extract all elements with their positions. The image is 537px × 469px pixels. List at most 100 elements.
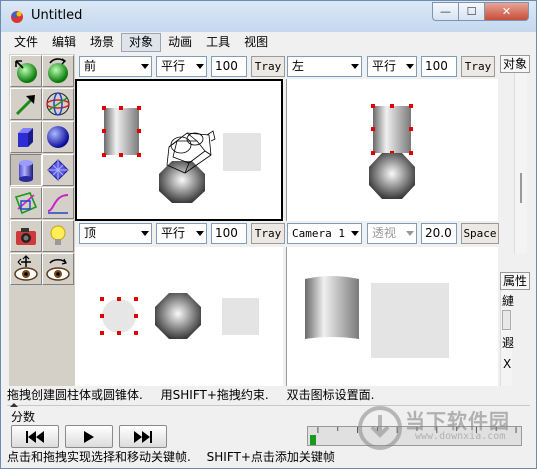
- maximize-button[interactable]: ☐: [458, 2, 484, 21]
- close-button[interactable]: ✕: [484, 2, 529, 21]
- menu-bar: 文件 编辑 场景 对象 动画 工具 视图: [7, 32, 530, 52]
- menu-edit[interactable]: 编辑: [45, 33, 83, 52]
- play-icon: [84, 430, 94, 443]
- objects-scrollbar[interactable]: [514, 73, 527, 253]
- cylinder-icon: [19, 160, 33, 182]
- status-hint-1: 拖拽创建圆柱体或圆锥体.: [7, 388, 143, 402]
- camera-view-scene: [305, 276, 449, 358]
- curve-tool[interactable]: [42, 187, 74, 219]
- menu-animation[interactable]: 动画: [161, 33, 199, 52]
- top-scale-field[interactable]: 100: [211, 223, 247, 244]
- front-view-scene: [102, 106, 261, 203]
- app-window: Untitled — ☐ ✕ 文件 编辑 场景 对象 动画 工具 视图 前 平行…: [0, 0, 537, 469]
- rewind-icon: [26, 430, 44, 443]
- front-view-select[interactable]: 前: [79, 56, 152, 77]
- select-arrow-tool[interactable]: [10, 88, 42, 120]
- cube-icon: [18, 128, 33, 147]
- front-scale-field[interactable]: 100: [211, 56, 247, 77]
- globe-rotate-icon: [46, 92, 70, 116]
- top-view-select-value: 顶: [84, 226, 97, 240]
- status-hint-3: 双击图标设置面.: [286, 388, 375, 402]
- menu-tools[interactable]: 工具: [199, 33, 237, 52]
- menu-file[interactable]: 文件: [7, 33, 45, 52]
- menu-view[interactable]: 视图: [237, 33, 275, 52]
- top-projection-select[interactable]: 平行: [156, 223, 207, 244]
- prop-stub-3: X: [503, 357, 512, 371]
- timeline-ticks: [317, 427, 517, 433]
- window-title: Untitled: [31, 8, 83, 23]
- objects-tab[interactable]: 对象: [500, 55, 530, 73]
- pan-view-tool[interactable]: [10, 253, 42, 285]
- orbit-eye-icon: [46, 258, 70, 281]
- camera-fov-field[interactable]: 20.0: [421, 223, 457, 244]
- top-viewport[interactable]: [75, 247, 283, 386]
- orbit-view-tool[interactable]: [42, 253, 74, 285]
- light-tool[interactable]: [42, 220, 74, 252]
- top-tray-button[interactable]: Tray: [251, 223, 285, 244]
- camera-icon: [16, 228, 36, 245]
- curve-icon: [47, 194, 69, 214]
- status-keyframe-1: 点击和拖拽实现选择和移动关键帧.: [7, 450, 191, 464]
- title-bar: Untitled — ☐ ✕: [1, 1, 536, 32]
- globe-rotate-tool[interactable]: [42, 88, 74, 120]
- tool-palette: [9, 54, 75, 386]
- fast-forward-button[interactable]: [119, 425, 167, 448]
- polygon-icon: [14, 192, 38, 215]
- left-tray-button[interactable]: Tray: [461, 56, 495, 77]
- camera-mode-select[interactable]: 透视: [367, 223, 417, 244]
- status-hint-2: 用SHIFT+拖拽约束.: [160, 388, 269, 402]
- status-keyframe-2: SHIFT+点击添加关键帧: [206, 450, 335, 464]
- collapse-arrow-icon[interactable]: [10, 403, 18, 407]
- camera-tool[interactable]: [10, 220, 42, 252]
- move-sphere-icon: [15, 60, 37, 83]
- fast-forward-icon: [134, 430, 152, 443]
- cube-tool[interactable]: [10, 121, 42, 153]
- camera-viewport[interactable]: [286, 247, 498, 386]
- left-view-select-value: 左: [292, 59, 305, 73]
- play-button[interactable]: [65, 425, 113, 448]
- rewind-button[interactable]: [11, 425, 59, 448]
- menu-scene[interactable]: 场景: [83, 33, 121, 52]
- left-view-select[interactable]: 左: [287, 56, 362, 77]
- sphere-tool[interactable]: [42, 121, 74, 153]
- menu-object[interactable]: 对象: [121, 32, 162, 52]
- camera-select-value: Camera 1: [292, 227, 345, 240]
- left-view-scene: [369, 104, 415, 199]
- left-projection-value: 平行: [372, 59, 397, 73]
- cylinder-tool[interactable]: [10, 154, 42, 186]
- timeline-track[interactable]: [307, 426, 522, 446]
- status-keyframes: 点击和拖拽实现选择和移动关键帧. SHIFT+点击添加关键帧: [7, 448, 530, 466]
- front-tray-button[interactable]: Tray: [251, 56, 285, 77]
- mesh-icon: [47, 159, 69, 181]
- front-view-select-value: 前: [84, 59, 97, 73]
- select-arrow-icon: [15, 95, 35, 116]
- sphere-icon: [47, 126, 69, 148]
- top-view-select[interactable]: 顶: [79, 223, 152, 244]
- properties-tab[interactable]: 属性: [500, 272, 530, 290]
- frames-bar: 分数: [7, 403, 530, 424]
- frames-label: 分数: [11, 410, 36, 424]
- camera-space-button[interactable]: Space: [461, 223, 499, 244]
- transport-bar: [7, 424, 530, 449]
- pan-eye-icon: [14, 255, 38, 281]
- front-projection-value: 平行: [161, 59, 186, 73]
- playhead[interactable]: [310, 435, 316, 445]
- left-scale-field[interactable]: 100: [421, 56, 457, 77]
- right-panel: 对象 属性 縺 遐 X 貼: [500, 54, 530, 400]
- top-view-scene: [100, 293, 259, 339]
- rotate-sphere-tool[interactable]: [42, 55, 74, 87]
- left-viewport[interactable]: [286, 79, 498, 221]
- mesh-tool[interactable]: [42, 154, 74, 186]
- polygon-tool[interactable]: [10, 187, 42, 219]
- camera-select[interactable]: Camera 1: [287, 223, 362, 244]
- prop-stub-2: 遐: [502, 336, 515, 350]
- move-sphere-tool[interactable]: [10, 55, 42, 87]
- front-viewport[interactable]: [75, 79, 283, 221]
- left-projection-select[interactable]: 平行: [367, 56, 417, 77]
- front-projection-select[interactable]: 平行: [156, 56, 207, 77]
- rotate-sphere-icon: [48, 58, 68, 83]
- status-hint: 拖拽创建圆柱体或圆锥体. 用SHIFT+拖拽约束. 双击图标设置面.: [7, 386, 530, 404]
- minimize-button[interactable]: —: [432, 2, 458, 21]
- camera-mode-value: 透视: [372, 226, 397, 240]
- top-projection-value: 平行: [161, 226, 186, 240]
